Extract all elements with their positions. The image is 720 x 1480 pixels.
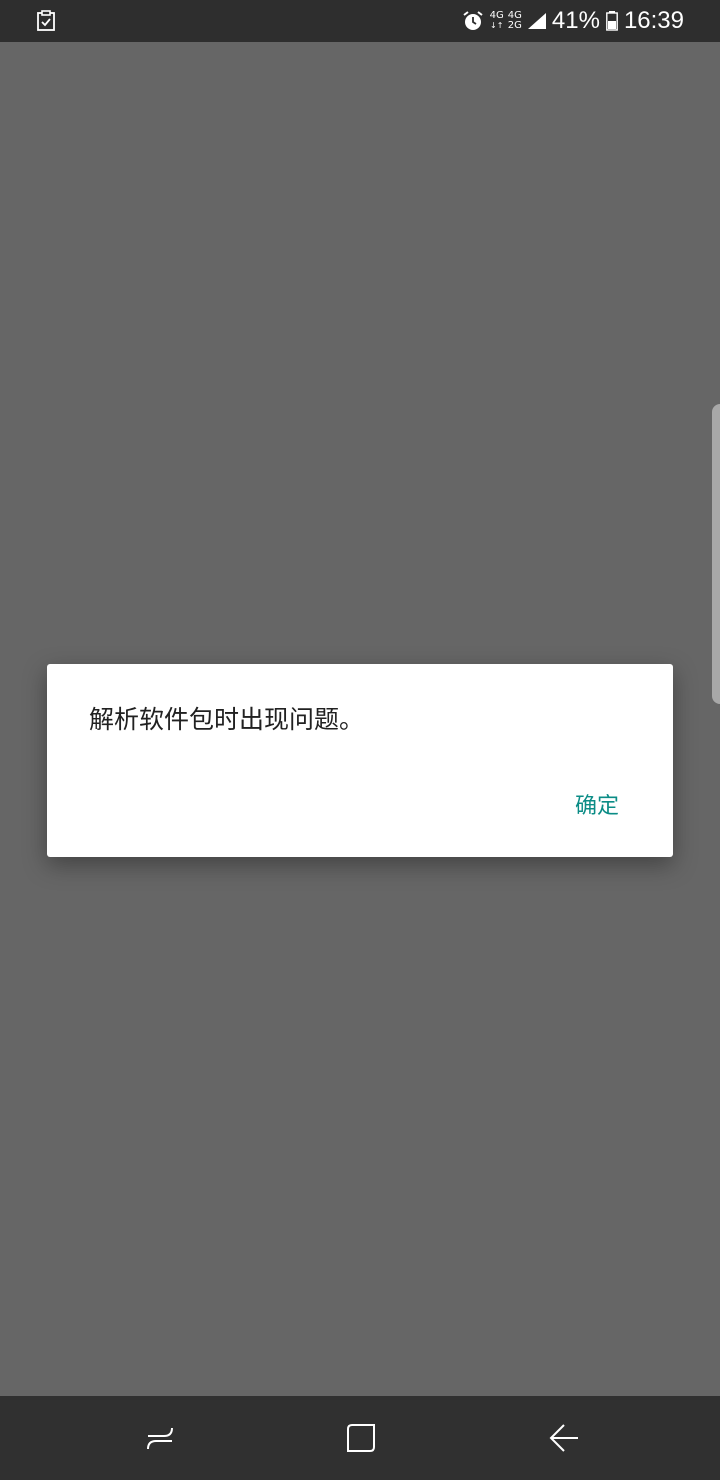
signal-bars-icon — [527, 13, 546, 29]
ok-button[interactable]: 确定 — [575, 788, 619, 820]
navigation-bar — [0, 1396, 720, 1480]
network-label-1: 4G — [489, 10, 504, 21]
status-bar: 4G ↓↑ 4G 2G 41% 16:39 — [0, 0, 720, 42]
dialog-message: 解析软件包时出现问题。 — [89, 705, 365, 734]
network-label-2-bottom: 2G — [507, 20, 522, 31]
status-time: 16:39 — [623, 7, 684, 34]
back-arrow-icon[interactable] — [548, 1422, 580, 1454]
home-icon[interactable] — [345, 1422, 377, 1454]
recents-icon[interactable] — [144, 1422, 176, 1454]
data-activity-icon: ↓↑ — [490, 21, 504, 30]
error-dialog: 解析软件包时出现问题。 确定 — [47, 664, 673, 857]
status-icons: 4G ↓↑ 4G 2G 41% 16:39 — [462, 0, 684, 42]
battery-percent: 41% — [551, 7, 600, 34]
task-checkbox-icon — [36, 10, 56, 32]
network-indicators: 4G ↓↑ 4G 2G — [490, 11, 522, 31]
battery-icon — [606, 11, 618, 31]
alarm-clock-icon — [462, 10, 484, 32]
edge-panel-handle[interactable] — [712, 404, 720, 704]
